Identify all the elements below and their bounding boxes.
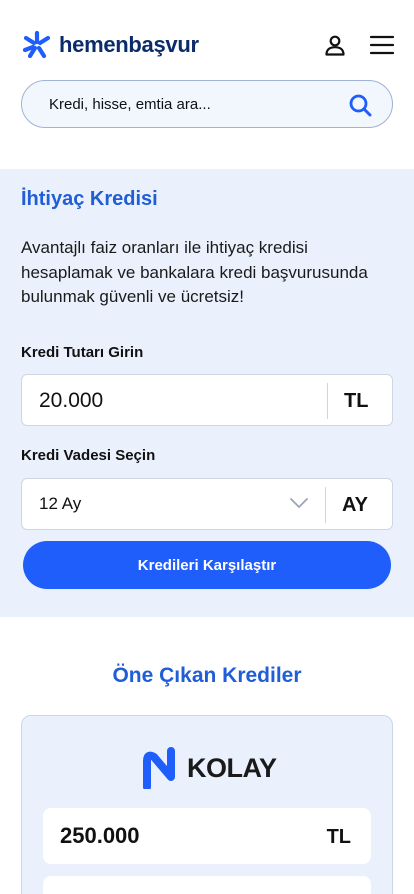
compare-loans-button[interactable]: Kredileri Karşılaştır (23, 541, 391, 589)
divider (325, 487, 326, 523)
search-icon[interactable] (348, 93, 372, 117)
menu-button[interactable] (369, 32, 395, 58)
term-label: Kredi Vadesi Seçin (21, 447, 156, 464)
hamburger-menu-icon (370, 35, 394, 55)
loan-detail-box (43, 876, 371, 894)
loan-amount-box: 250.000 TL (43, 808, 371, 864)
search-input[interactable] (49, 95, 329, 113)
featured-loan-card[interactable]: KOLAY 250.000 TL (21, 715, 393, 894)
loan-calculator-section: İhtiyaç Kredisi Avantajlı faiz oranları … (0, 169, 414, 617)
amount-input-value[interactable]: 20.000 (39, 389, 103, 413)
loan-amount: 250.000 (60, 823, 140, 848)
user-icon (325, 35, 345, 56)
header: hemenbaşvur (0, 0, 414, 78)
amount-label: Kredi Tutarı Girin (21, 344, 144, 361)
asterisk-logo-icon (22, 30, 51, 59)
brand-logo[interactable]: hemenbaşvur (22, 30, 199, 60)
bank-logo: KOLAY (143, 747, 277, 789)
chevron-down-icon[interactable] (289, 496, 309, 510)
term-unit: AY (342, 494, 368, 516)
n-logo-icon (143, 747, 175, 789)
section-title: İhtiyaç Kredisi (21, 188, 158, 210)
term-selected-value: 12 Ay (39, 494, 82, 513)
loan-amount-unit: TL (326, 826, 351, 848)
featured-title: Öne Çıkan Krediler (112, 664, 302, 687)
amount-unit: TL (344, 390, 369, 412)
divider (327, 383, 328, 419)
section-description: Avantajlı faiz oranları ile ihtiyaç kred… (21, 238, 368, 306)
bank-name: KOLAY (187, 752, 277, 783)
user-button[interactable] (322, 32, 348, 58)
amount-field[interactable]: 20.000 TL (21, 374, 393, 426)
brand-name: hemenbaşvur (59, 32, 199, 57)
term-select[interactable]: 12 Ay AY (21, 478, 393, 530)
search-bar (21, 80, 393, 128)
